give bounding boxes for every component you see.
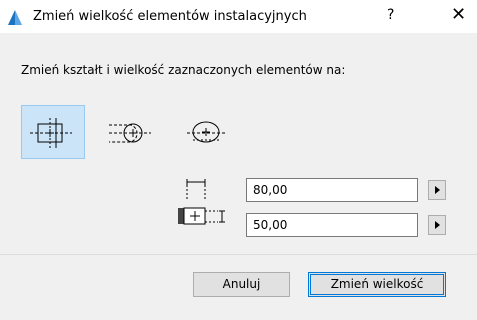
dimension-icon	[178, 179, 225, 225]
close-button[interactable]: ✕	[451, 4, 466, 25]
height-arrow-button[interactable]	[428, 215, 446, 235]
width-arrow-button[interactable]	[428, 180, 446, 200]
divider	[0, 254, 477, 255]
rectangular-shape-icon	[30, 118, 72, 148]
resize-button[interactable]: Zmień wielkość	[308, 272, 446, 297]
shape-rectangular-button[interactable]	[21, 105, 85, 159]
shape-rect-to-round-button[interactable]	[96, 105, 160, 159]
cancel-button[interactable]: Anuluj	[193, 272, 290, 297]
instruction-label: Zmień kształt i wielkość zaznaczonych el…	[21, 63, 346, 77]
window-title: Zmień wielkość elementów instalacyjnych	[33, 9, 307, 24]
oval-shape-icon	[187, 121, 225, 143]
title-bar: Zmień wielkość elementów instalacyjnych …	[0, 0, 477, 33]
rect-to-round-shape-icon	[109, 123, 151, 143]
width-input[interactable]: 80,00	[246, 178, 418, 202]
archicad-icon	[8, 10, 22, 25]
height-input[interactable]: 50,00	[246, 213, 418, 237]
help-button[interactable]: ?	[387, 7, 394, 23]
resize-button-label: Zmień wielkość	[330, 277, 424, 291]
shape-oval-button[interactable]	[172, 105, 236, 159]
